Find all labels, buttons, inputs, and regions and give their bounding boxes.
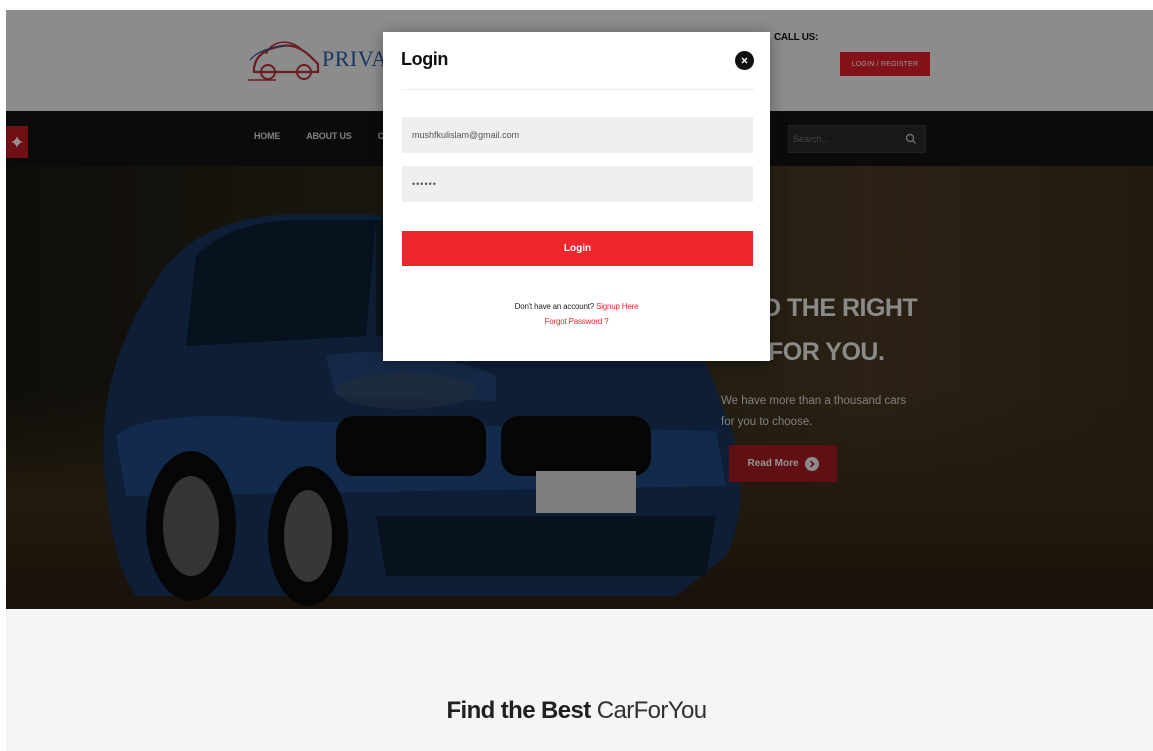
email-field[interactable] — [402, 117, 753, 153]
password-field[interactable] — [402, 166, 753, 202]
modal-divider — [401, 89, 754, 90]
page: PRIVATE CALL US: LOGIN / REGISTER HOME A… — [0, 0, 1153, 751]
forgot-password-link[interactable]: Forgot Password ? — [383, 317, 770, 326]
modal-backdrop-lower[interactable] — [6, 609, 1153, 751]
signup-prompt-line: Don't have an account? Signup Here — [383, 302, 770, 311]
login-button[interactable]: Login — [402, 231, 753, 266]
close-button[interactable] — [735, 51, 754, 70]
login-modal: Login Login Don't have an account? Signu… — [383, 32, 770, 361]
close-icon — [741, 57, 748, 64]
signup-link[interactable]: Signup Here — [596, 302, 638, 311]
modal-title: Login — [401, 49, 448, 69]
signup-prompt: Don't have an account? — [514, 302, 595, 311]
